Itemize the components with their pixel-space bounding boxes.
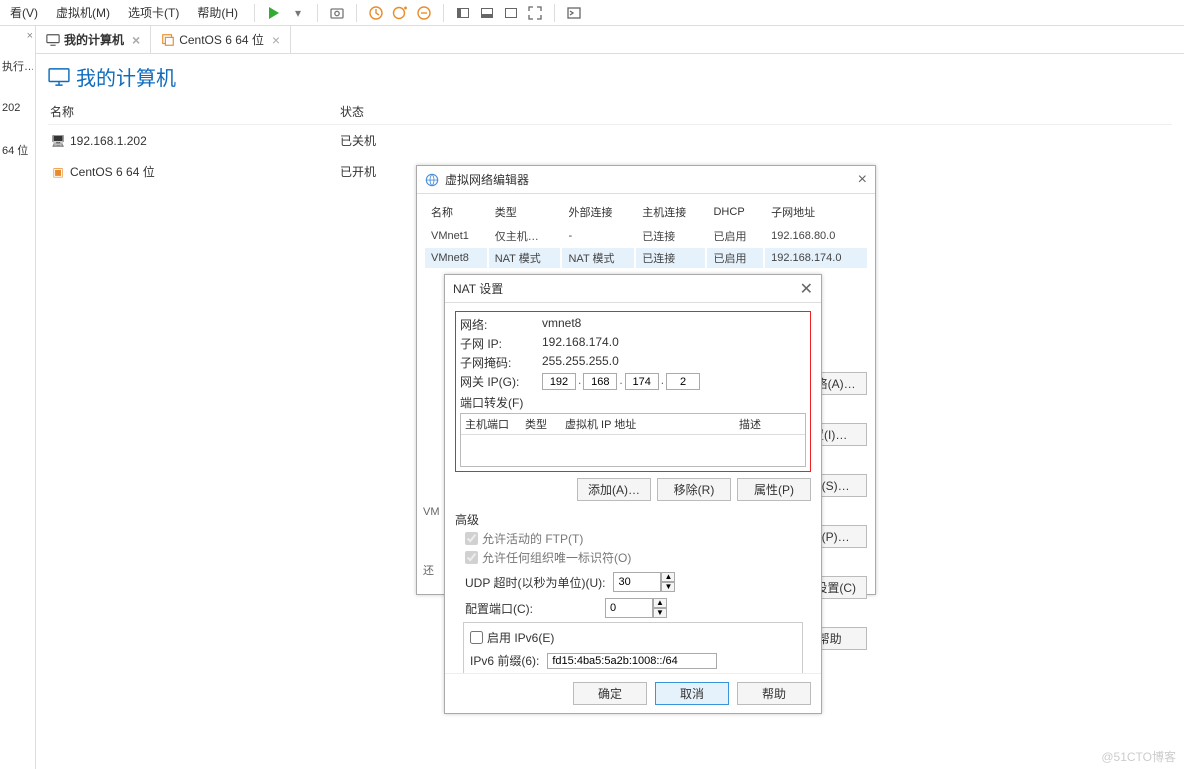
ip-seg-input[interactable] <box>625 373 659 390</box>
label: 子网 IP: <box>460 335 532 352</box>
ip-seg-input[interactable] <box>666 373 700 390</box>
table-row[interactable]: VMnet1仅主机…-已连接已启用192.168.80.0 <box>425 226 867 246</box>
snapshot-icon[interactable] <box>328 4 346 22</box>
vm-icon <box>161 33 175 47</box>
clock-manage-icon[interactable] <box>415 4 433 22</box>
spin-up-icon[interactable]: ▲ <box>661 572 675 582</box>
value: 192.168.174.0 <box>542 335 619 352</box>
port-forward-label: 端口转发(F) <box>460 394 806 411</box>
udp-timeout-label: UDP 超时(以秒为单位)(U): <box>465 574 605 591</box>
table-row[interactable]: 🖥192.168.1.202 已关机 <box>48 125 1172 156</box>
help-button[interactable]: 帮助 <box>737 682 811 705</box>
menu-view[interactable]: 看(V) <box>4 2 44 23</box>
monitor-icon <box>48 68 70 86</box>
value: 255.255.255.0 <box>542 354 619 371</box>
spin-down-icon[interactable]: ▼ <box>661 582 675 592</box>
spin-up-icon[interactable]: ▲ <box>653 598 667 608</box>
gateway-ip-input[interactable]: . . . <box>542 373 700 390</box>
config-port-input[interactable] <box>605 598 653 618</box>
close-icon[interactable]: × <box>27 30 33 42</box>
tab-label: 我的计算机 <box>64 31 124 48</box>
globe-icon <box>425 173 439 187</box>
col-header: 类型 <box>521 414 561 434</box>
ip-seg-input[interactable] <box>583 373 617 390</box>
close-icon[interactable]: × <box>132 33 140 47</box>
layout-3-icon[interactable] <box>502 4 520 22</box>
menu-vm[interactable]: 虚拟机(M) <box>50 2 116 23</box>
col-header: 描述 <box>735 414 765 434</box>
udp-timeout-spinner[interactable]: ▲▼ <box>613 572 675 592</box>
layout-1-icon[interactable] <box>454 4 472 22</box>
layout-2-icon[interactable] <box>478 4 496 22</box>
allow-ftp-checkbox[interactable]: 允许活动的 FTP(T) <box>465 530 811 547</box>
tab-bar: 我的计算机 × CentOS 6 64 位 × <box>36 26 1184 54</box>
clock-icon[interactable] <box>367 4 385 22</box>
ip-seg-input[interactable] <box>542 373 576 390</box>
menu-help[interactable]: 帮助(H) <box>191 2 244 23</box>
page-title: 我的计算机 <box>36 54 1184 99</box>
vm-icon: ▣ <box>50 165 66 179</box>
play-icon[interactable] <box>265 4 283 22</box>
add-button[interactable]: 添加(A)… <box>577 478 651 501</box>
cancel-button[interactable]: 取消 <box>655 682 729 705</box>
col-header[interactable]: 子网地址 <box>765 200 867 224</box>
label: 网络: <box>460 316 532 333</box>
ok-button[interactable]: 确定 <box>573 682 647 705</box>
ipv6-group: 启用 IPv6(E) IPv6 前缀(6): <box>463 622 803 678</box>
config-port-spinner[interactable]: ▲▼ <box>605 598 667 618</box>
monitor-icon <box>46 33 60 47</box>
col-header[interactable]: DHCP <box>707 200 763 224</box>
tab-centos[interactable]: CentOS 6 64 位 × <box>151 26 291 53</box>
watermark: @51CTO博客 <box>1101 748 1176 765</box>
label: 子网掩码: <box>460 354 532 371</box>
spin-down-icon[interactable]: ▼ <box>653 608 667 618</box>
left-panel: × 执行… 202 64 位 <box>0 26 36 769</box>
sidebar-row: 202 <box>2 102 33 114</box>
allow-oui-checkbox[interactable]: 允许任何组织唯一标识符(O) <box>465 549 811 566</box>
ipv6-prefix-label: IPv6 前缀(6): <box>470 652 539 669</box>
value: vmnet8 <box>542 316 581 333</box>
dropdown-icon[interactable]: ▾ <box>289 4 307 22</box>
sidebar-row: 执行… <box>2 58 33 74</box>
col-header-state[interactable]: 状态 <box>338 99 1172 124</box>
label: 网关 IP(G): <box>460 373 532 390</box>
sidebar-row: 64 位 <box>2 142 33 158</box>
enable-ipv6-checkbox[interactable]: 启用 IPv6(E) <box>470 629 796 646</box>
config-port-label: 配置端口(C): <box>465 600 533 617</box>
col-header[interactable]: 名称 <box>425 200 487 224</box>
col-header-name[interactable]: 名称 <box>48 99 338 124</box>
dialog-titlebar: NAT 设置 ✕ <box>445 275 821 303</box>
tab-label: CentOS 6 64 位 <box>179 31 264 48</box>
ipv6-prefix-input[interactable] <box>547 653 717 669</box>
close-icon[interactable]: × <box>272 33 280 47</box>
tab-home[interactable]: 我的计算机 × <box>36 26 151 53</box>
advanced-label: 高级 <box>455 511 811 528</box>
dialog-title: 虚拟网络编辑器 <box>445 171 529 188</box>
clock-add-icon[interactable] <box>391 4 409 22</box>
col-header: 主机端口 <box>461 414 521 434</box>
vm-icon: 🖥 <box>50 134 66 148</box>
port-forward-table: 主机端口 类型 虚拟机 IP 地址 描述 <box>460 413 806 467</box>
close-icon[interactable]: ✕ <box>800 279 813 299</box>
menu-tabs[interactable]: 选项卡(T) <box>122 2 185 23</box>
udp-timeout-input[interactable] <box>613 572 661 592</box>
remove-button[interactable]: 移除(R) <box>657 478 731 501</box>
vm-label: VM <box>423 506 440 518</box>
fullscreen-icon[interactable] <box>526 4 544 22</box>
col-header[interactable]: 主机连接 <box>636 200 705 224</box>
col-header[interactable]: 类型 <box>489 200 561 224</box>
highlight-box: 网络: vmnet8 子网 IP: 192.168.174.0 子网掩码: 255.2… <box>455 311 811 472</box>
properties-button[interactable]: 属性(P) <box>737 478 811 501</box>
console-icon[interactable] <box>565 4 583 22</box>
dialog-titlebar: 虚拟网络编辑器 × <box>417 166 875 194</box>
col-header[interactable]: 外部连接 <box>562 200 634 224</box>
nat-settings-dialog: NAT 设置 ✕ 网络: vmnet8 子网 IP: 192.168.174.0 子… <box>444 274 822 714</box>
label: 还 <box>423 562 434 578</box>
col-header: 虚拟机 IP 地址 <box>561 414 671 434</box>
dialog-title: NAT 设置 <box>453 280 503 297</box>
close-icon[interactable]: × <box>858 171 867 189</box>
menubar: 看(V) 虚拟机(M) 选项卡(T) 帮助(H) ▾ <box>0 0 1184 26</box>
